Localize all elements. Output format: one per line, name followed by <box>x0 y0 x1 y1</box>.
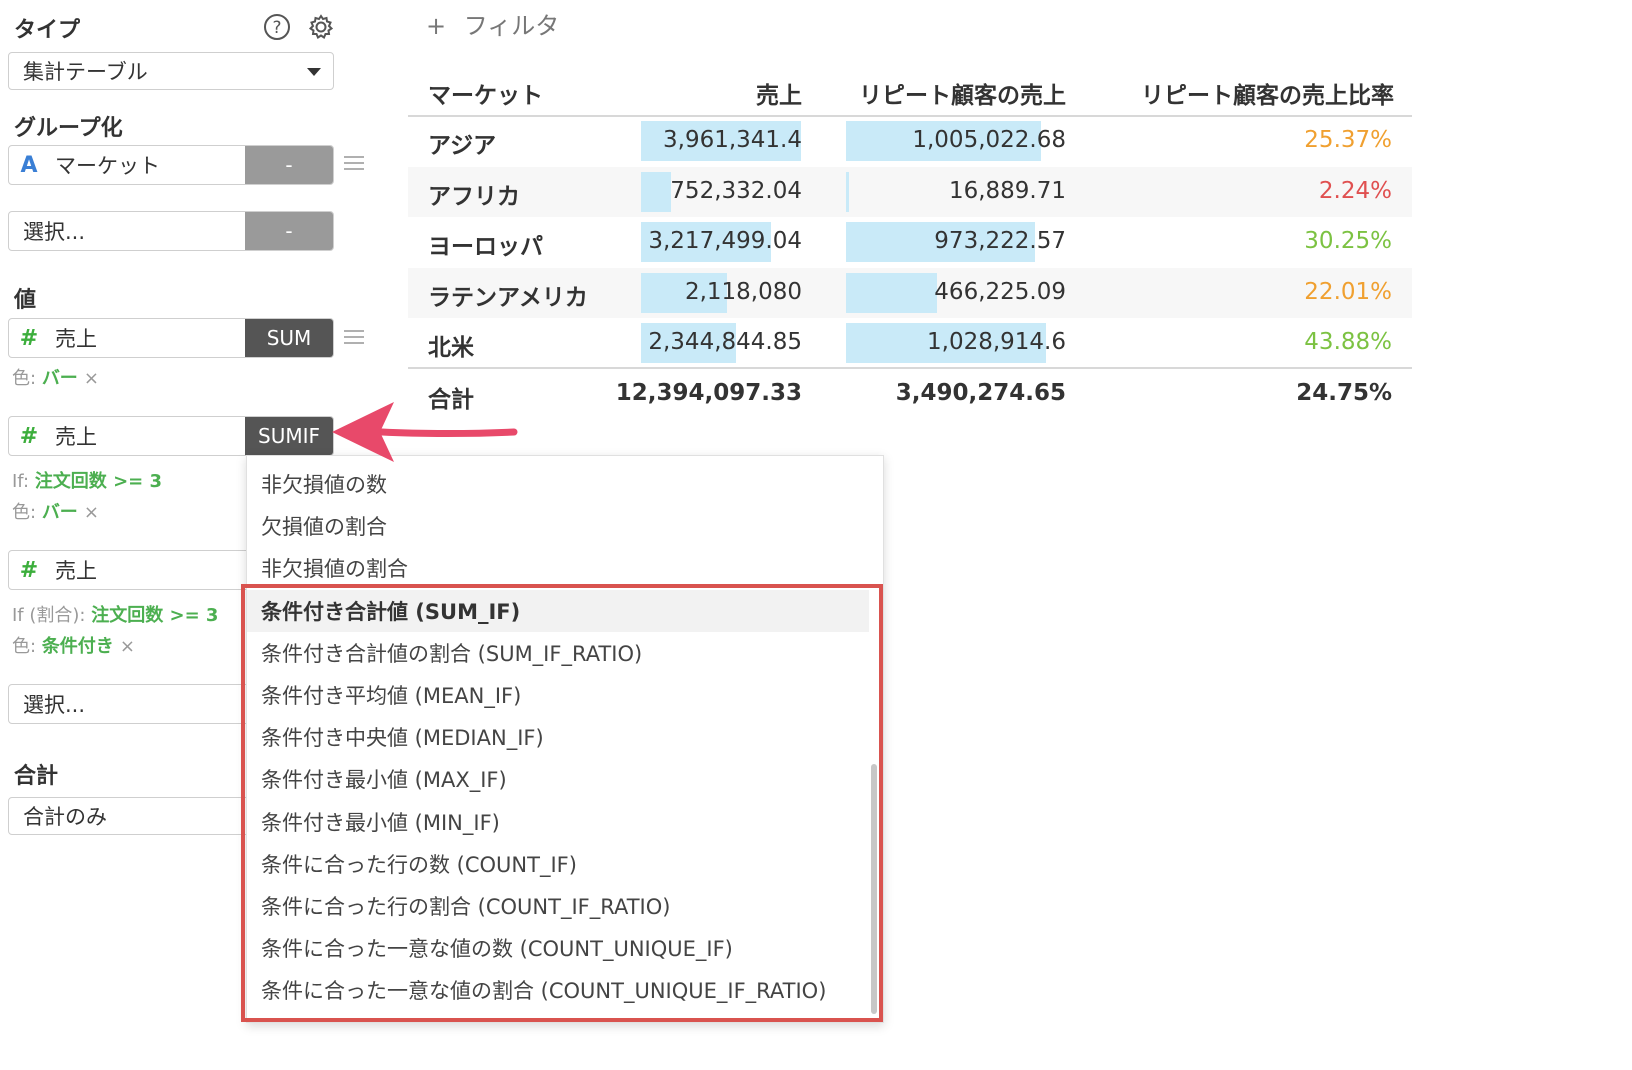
group-select-agg-button[interactable]: - <box>245 212 333 250</box>
total-sales: 12,394,097.33 <box>615 380 802 406</box>
col-header-repeat-rate[interactable]: リピート顧客の売上比率 <box>1141 76 1394 110</box>
total-label: 合計 <box>14 764 59 789</box>
type-select-value: 集計テーブル <box>23 60 148 84</box>
sales-bar <box>641 172 671 212</box>
value-2-color-meta: 色: バー × <box>12 498 99 524</box>
sales-value: 2,344,844.85 <box>648 329 802 355</box>
col-header-market[interactable]: マーケット <box>428 76 543 110</box>
type-select[interactable]: 集計テーブル <box>8 52 334 90</box>
table-row: アフリカ 752,332.04 16,889.71 2.24% <box>408 167 1412 217</box>
dropdown-item[interactable]: 条件に合った行の数 (COUNT_IF) <box>247 843 869 885</box>
repeat-rate-value: 43.88% <box>1304 329 1392 355</box>
total-repeat-sales: 3,490,274.65 <box>895 380 1066 406</box>
repeat-sales-value: 1,028,914.6 <box>927 329 1066 355</box>
total-divider <box>408 367 1412 369</box>
repeat-sales-value: 16,889.71 <box>948 178 1066 204</box>
if-prefix: If: <box>12 471 30 492</box>
col-header-repeat-sales[interactable]: リピート顧客の売上 <box>859 76 1066 110</box>
if-prefix: If (割合): <box>12 605 86 626</box>
table-row: アジア 3,961,341.4 1,005,022.68 25.37% <box>408 116 1412 166</box>
close-icon[interactable]: × <box>84 502 99 523</box>
total-repeat-rate: 24.75% <box>1296 380 1392 406</box>
plus-icon: + <box>426 12 447 40</box>
value-3-if-meta: If (割合): 注文回数 >= 3 <box>12 601 218 627</box>
if-condition[interactable]: 注文回数 >= 3 <box>35 471 162 492</box>
add-filter-button[interactable]: + フィルタ <box>426 6 559 41</box>
group-field-pill[interactable]: A マーケット - <box>8 145 334 185</box>
repeat-rate-value: 30.25% <box>1304 228 1392 254</box>
number-type-icon: # <box>19 557 39 583</box>
repeat-rate-value: 25.37% <box>1304 127 1392 153</box>
value-3-color-meta: 色: 条件付き × <box>12 632 135 658</box>
repeat-sales-value: 1,005,022.68 <box>912 127 1066 153</box>
filter-label: フィルタ <box>463 12 560 40</box>
svg-text:?: ? <box>272 18 281 38</box>
dropdown-item[interactable]: 条件付き合計値 (SUM_IF) <box>247 589 869 632</box>
group-select[interactable]: 選択... - <box>8 211 334 251</box>
value-pill-1[interactable]: # 売上 SUM <box>8 318 334 358</box>
sales-value: 2,118,080 <box>684 279 802 305</box>
repeat-sales-bar <box>846 172 849 212</box>
color-value[interactable]: バー <box>42 502 78 523</box>
value-pill-2[interactable]: # 売上 SUMIF <box>8 416 334 456</box>
value-1-color-meta: 色: バー × <box>12 364 99 390</box>
dropdown-item[interactable]: 条件付き合計値の割合 (SUM_IF_RATIO) <box>247 632 869 674</box>
total-select-value: 合計のみ <box>23 805 107 829</box>
sales-value: 3,961,341.4 <box>663 127 802 153</box>
value-label: 値 <box>14 288 37 313</box>
close-icon[interactable]: × <box>120 636 135 657</box>
dropdown-item[interactable]: 条件付き最小値 (MIN_IF) <box>247 801 869 843</box>
type-label: タイプ <box>14 18 81 43</box>
repeat-rate-value: 22.01% <box>1304 279 1392 305</box>
dropdown-item[interactable]: 条件に合った一意な値の数 (COUNT_UNIQUE_IF) <box>247 927 869 969</box>
repeat-rate-value: 2.24% <box>1318 178 1392 204</box>
sales-value: 752,332.04 <box>670 178 802 204</box>
color-prefix: 色: <box>12 636 37 657</box>
aggregation-dropdown[interactable]: 非欠損値の数 欠損値の割合 非欠損値の割合 条件付き合計値 (SUM_IF) 条件付き合… <box>246 455 884 1023</box>
dropdown-item[interactable]: 非欠損値の割合 <box>247 547 869 589</box>
group-agg-button[interactable]: - <box>245 146 333 184</box>
table-row: ヨーロッパ 3,217,499.04 973,222.57 30.25% <box>408 217 1412 267</box>
chevron-down-icon <box>307 68 321 76</box>
col-header-sales[interactable]: 売上 <box>756 76 802 110</box>
close-icon[interactable]: × <box>84 368 99 389</box>
if-condition[interactable]: 注文回数 >= 3 <box>91 605 218 626</box>
table-row: ラテンアメリカ 2,118,080 466,225.09 22.01% <box>408 268 1412 318</box>
drag-handle-icon[interactable] <box>344 326 364 348</box>
agg-sum-button[interactable]: SUM <box>245 319 333 357</box>
gear-icon[interactable] <box>306 12 336 42</box>
dropdown-item[interactable]: 条件に合った行の割合 (COUNT_IF_RATIO) <box>247 885 869 927</box>
drag-handle-icon[interactable] <box>344 152 364 174</box>
group-label: グループ化 <box>14 116 123 141</box>
value-2-if-meta: If: 注文回数 >= 3 <box>12 467 162 493</box>
number-type-icon: # <box>19 325 39 351</box>
dropdown-item[interactable]: 欠損値の割合 <box>247 505 869 547</box>
arrow-annotation <box>332 402 518 462</box>
help-icon[interactable]: ? <box>262 12 292 42</box>
repeat-sales-value: 466,225.09 <box>934 279 1066 305</box>
repeat-sales-value: 973,222.57 <box>934 228 1066 254</box>
sales-value: 3,217,499.04 <box>648 228 802 254</box>
dropdown-item[interactable]: 非欠損値の数 <box>247 463 869 505</box>
repeat-sales-bar <box>846 273 937 313</box>
market-name: ラテンアメリカ <box>428 285 588 311</box>
color-prefix: 色: <box>12 368 37 389</box>
agg-sumif-button[interactable]: SUMIF <box>245 417 333 455</box>
color-prefix: 色: <box>12 502 37 523</box>
market-name: ヨーロッパ <box>428 234 543 260</box>
dropdown-item[interactable]: 条件に合った一意な値の割合 (COUNT_UNIQUE_IF_RATIO) <box>247 969 869 1011</box>
number-type-icon: # <box>19 423 39 449</box>
color-value[interactable]: 条件付き <box>42 636 114 657</box>
dropdown-item[interactable]: 条件付き中央値 (MEDIAN_IF) <box>247 716 869 758</box>
table-row: 北米 2,344,844.85 1,028,914.6 43.88% <box>408 318 1412 368</box>
text-type-icon: A <box>20 152 38 178</box>
scrollbar-thumb[interactable] <box>871 764 877 1014</box>
color-value[interactable]: バー <box>42 368 78 389</box>
dropdown-item[interactable]: 条件付き最小値 (MAX_IF) <box>247 758 869 800</box>
market-name: アジア <box>428 133 497 159</box>
dropdown-item[interactable]: 条件付き平均値 (MEAN_IF) <box>247 674 869 716</box>
market-name: アフリカ <box>428 184 520 210</box>
market-name: 北米 <box>428 335 474 361</box>
